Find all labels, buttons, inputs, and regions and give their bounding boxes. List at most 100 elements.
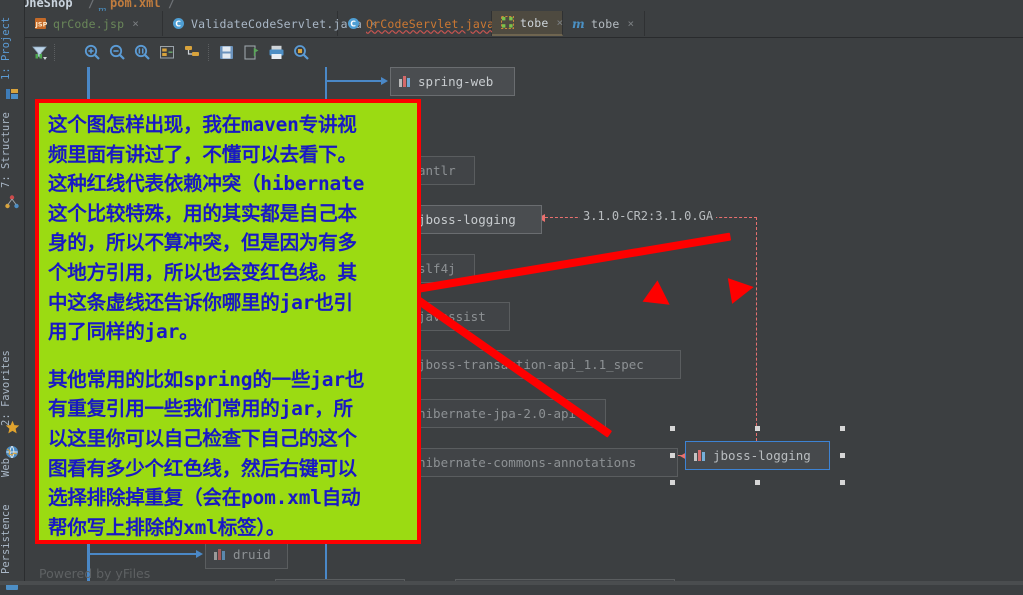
svg-text:m: m bbox=[572, 17, 585, 30]
graph-node-label: hibernate-commons-annotations bbox=[418, 455, 636, 470]
print-icon[interactable] bbox=[265, 41, 288, 64]
jar-icon bbox=[399, 76, 411, 87]
graph-duplicate-edge-vertical bbox=[756, 217, 757, 441]
close-icon[interactable]: × bbox=[628, 17, 635, 30]
filter-icon[interactable] bbox=[28, 41, 51, 64]
graph-node-druid[interactable]: druid bbox=[205, 540, 288, 569]
resize-handle-sw[interactable] bbox=[670, 480, 675, 485]
actual-size-icon[interactable] bbox=[131, 41, 154, 64]
favorites-icon bbox=[5, 420, 19, 434]
sidebar-item-persistence[interactable]: Persistence bbox=[0, 490, 24, 574]
fit-content-icon[interactable] bbox=[156, 41, 179, 64]
jar-icon bbox=[214, 549, 226, 560]
sidebar-item-project[interactable]: 1: Project bbox=[0, 16, 24, 80]
graph-edge-horizontal-druid bbox=[87, 553, 197, 555]
graph-node-label: antlr bbox=[418, 163, 456, 178]
svg-text:C: C bbox=[175, 20, 181, 29]
editor-tab-qrcode-jsp[interactable]: JSP qrCode.jsp × bbox=[25, 11, 163, 36]
zoom-out-icon[interactable] bbox=[106, 41, 129, 64]
powered-by-label: Powered by yFiles bbox=[39, 566, 150, 581]
resize-handle-nw[interactable] bbox=[670, 426, 675, 431]
annotation-line: 频里面有讲过了，不懂可以去看下。 bbox=[48, 140, 408, 170]
annotation-line: 这个比较特殊，用的其实都是自己本 bbox=[48, 199, 408, 229]
annotation-line: 身的，所以不算冲突，但是因为有多 bbox=[48, 228, 408, 258]
java-class-icon: C bbox=[172, 17, 185, 30]
diagram-file-icon bbox=[501, 16, 514, 29]
annotation-line: 以这里你可以自己检查下自己的这个 bbox=[48, 424, 408, 454]
editor-tab-qrcodeservlet-java[interactable]: C QrCodeServlet.java × bbox=[338, 11, 492, 36]
editor-tab-tobe-pom[interactable]: m tobe × bbox=[563, 11, 645, 36]
editor-tab-label: tobe bbox=[591, 17, 620, 31]
jsp-file-icon: JSP bbox=[34, 17, 47, 30]
web-icon bbox=[5, 444, 19, 458]
sidebar-item-structure[interactable]: 7: Structure bbox=[0, 110, 24, 188]
breadcrumb-separator-2: / bbox=[168, 0, 175, 10]
graph-node-label: jboss-logging bbox=[713, 448, 811, 463]
annotation-line: 这种红线代表依赖冲突（hibernate bbox=[48, 169, 408, 199]
maven-pom-icon: m bbox=[572, 17, 585, 30]
svg-text:C: C bbox=[350, 20, 356, 29]
annotation-line: 这个图怎样出现，我在maven专讲视 bbox=[48, 110, 408, 140]
breadcrumb-separator: / bbox=[88, 0, 95, 10]
sidebar-item-label: 2: Favorites bbox=[0, 350, 12, 426]
graph-node-hibernate-commons-annotations[interactable]: hibernate-commons-annotations bbox=[390, 448, 678, 477]
annotation-line: 选择排除掉重复（会在pom.xml自动 bbox=[48, 483, 408, 513]
resize-handle-ne[interactable] bbox=[840, 426, 845, 431]
java-class-icon: C bbox=[347, 17, 360, 30]
sidebar-item-label: Web bbox=[0, 458, 12, 477]
annotation-line: 用了同样的jar。 bbox=[48, 317, 408, 347]
zoom-in-icon[interactable] bbox=[81, 41, 104, 64]
resize-handle-n[interactable] bbox=[755, 426, 760, 431]
resize-handle-w[interactable] bbox=[670, 453, 675, 458]
graph-node-label: hibernate-jpa-2.0-api bbox=[418, 406, 576, 421]
sidebar-item-label: 1: Project bbox=[0, 17, 12, 80]
graph-node-label: slf4j bbox=[418, 261, 456, 276]
editor-tab-label: QrCodeServlet.java bbox=[366, 17, 494, 31]
editor-tab-label: qrCode.jsp bbox=[53, 17, 124, 31]
resize-handle-se[interactable] bbox=[840, 480, 845, 485]
diagram-toolbar bbox=[25, 38, 1023, 68]
graph-node-jboss-transaction-api[interactable]: jboss-transaction-api_1.1_spec bbox=[390, 350, 681, 379]
annotation-line: 图看有多少个红色线，然后右键可以 bbox=[48, 454, 408, 484]
editor-tab-tobe-diagram[interactable]: tobe × bbox=[492, 11, 563, 36]
export-image-icon[interactable] bbox=[215, 41, 238, 64]
open-editor-icon[interactable] bbox=[240, 41, 263, 64]
annotation-line: 中这条虚线还告诉你哪里的jar也引 bbox=[48, 288, 408, 318]
graph-node-selection-group: jboss-logging bbox=[685, 441, 830, 470]
resize-handle-e[interactable] bbox=[840, 453, 845, 458]
annotation-line: 有重复引用一些我们常用的jar，所 bbox=[48, 394, 408, 424]
graph-node-label: jboss-transaction-api_1.1_spec bbox=[418, 357, 644, 372]
structure-icon bbox=[5, 194, 19, 208]
sidebar-item-favorites[interactable]: 2: Favorites bbox=[0, 342, 24, 426]
editor-tab-bar: JSP qrCode.jsp × C ValidateCodeServlet.j… bbox=[0, 11, 1023, 38]
annotation-callout: 这个图怎样出现，我在maven专讲视 频里面有讲过了，不懂可以去看下。 这种红线… bbox=[35, 99, 421, 544]
resize-handle-s[interactable] bbox=[755, 480, 760, 485]
graph-edge-arrow-spring-web bbox=[381, 77, 388, 85]
editor-tab-label: tobe bbox=[520, 16, 549, 30]
graph-node-label: druid bbox=[233, 547, 271, 562]
graph-edge-arrow-druid bbox=[196, 550, 203, 558]
editor-tab-label: ValidateCodeServlet.java bbox=[191, 17, 362, 31]
graph-node-jboss-logging-selected[interactable]: jboss-logging bbox=[685, 441, 830, 470]
close-icon[interactable]: × bbox=[132, 17, 139, 30]
editor-tab-validatecodeservlet-java[interactable]: C ValidateCodeServlet.java × bbox=[163, 11, 338, 36]
graph-node-spring-web[interactable]: spring-web bbox=[390, 67, 515, 96]
jar-icon bbox=[694, 450, 706, 461]
breadcrumb: OneShop / m pom.xml / bbox=[0, 0, 1023, 11]
layout-icon[interactable] bbox=[181, 41, 204, 64]
annotation-line-blank bbox=[48, 347, 408, 365]
annotation-line: 帮你写上排除的xml标签）。 bbox=[48, 513, 408, 543]
annotation-line: 个地方引用，所以也会变红色线。其 bbox=[48, 258, 408, 288]
status-bar bbox=[0, 581, 1023, 585]
print-preview-icon[interactable] bbox=[290, 41, 313, 64]
maven-pom-icon: m bbox=[98, 0, 107, 8]
sidebar-item-label: Persistence bbox=[0, 504, 12, 574]
svg-text:JSP: JSP bbox=[35, 21, 48, 29]
graph-edge-label: 3.1.0-CR2:3.1.0.GA bbox=[580, 209, 716, 223]
graph-node-label: spring-web bbox=[418, 74, 493, 89]
breadcrumb-project[interactable]: OneShop bbox=[22, 0, 73, 10]
graph-node-label: jboss-logging bbox=[418, 212, 516, 227]
breadcrumb-file[interactable]: pom.xml bbox=[110, 0, 161, 10]
project-icon bbox=[5, 86, 19, 100]
sidebar-item-label: 7: Structure bbox=[0, 112, 12, 188]
